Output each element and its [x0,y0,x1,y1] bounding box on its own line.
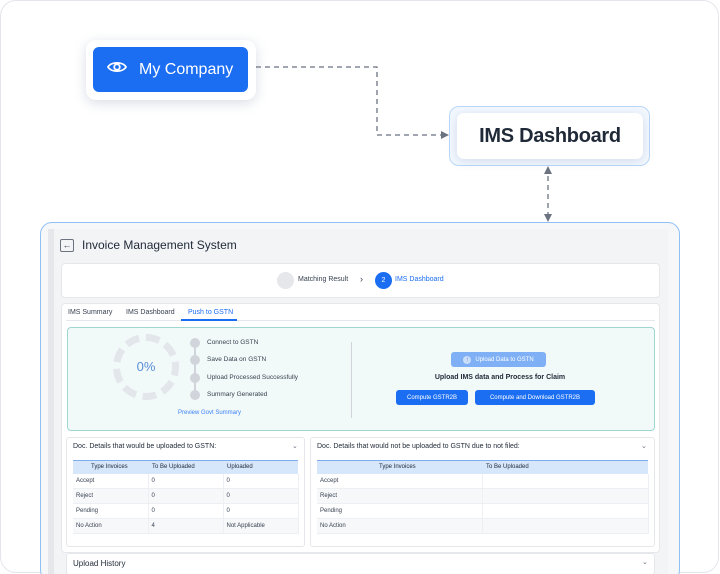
uploaded-docs-table: Type Invoices To Be Uploaded Uploaded Ac… [73,460,299,534]
chevron-down-icon[interactable]: ⌄ [292,442,298,450]
upload-icon: ↑ [463,355,472,364]
not-uploaded-docs-table: Type Invoices To Be Uploaded Accept Reje… [317,460,649,534]
col-header: Type Invoices [317,460,482,474]
table-cell: No Action [73,518,149,534]
timeline-dot [190,338,200,348]
chevron-right-icon: › [360,274,363,284]
table-cell [482,518,649,534]
timeline-dot [190,390,200,400]
upload-data-button[interactable]: ↑ Upload Data to GSTN [451,352,546,367]
ims-dashboard-label[interactable]: IMS Dashboard [457,113,643,159]
table-cell: Reject [73,488,149,504]
table-row: No Action [317,518,649,534]
preview-govt-summary-link[interactable]: Preview Govt Summary [178,410,241,416]
table-cell: 0 [148,488,224,504]
table-cell [482,488,649,504]
upload-history-card[interactable] [66,553,655,574]
table-row: Reject [317,488,649,504]
table-cell: Pending [73,503,149,519]
table-row: Pending [317,503,649,519]
table-row: No Action 4 Not Applicable [73,518,299,534]
table-cell: Not Applicable [223,518,299,534]
chevron-down-icon[interactable]: ⌄ [642,558,648,566]
col-header: To Be Uploaded [148,460,223,474]
chevron-down-icon[interactable]: ⌄ [641,442,647,450]
uploaded-docs-title: Doc. Details that would be uploaded to G… [73,443,217,450]
timeline-step-summary: Summary Generated [207,391,268,398]
upload-data-label: Upload Data to GSTN [475,356,534,363]
table-cell: Pending [317,503,483,519]
tab-ims-dashboard[interactable]: IMS Dashboard [126,309,175,316]
step-ims-dashboard-label[interactable]: IMS Dashboard [395,276,444,283]
app-header: ← Invoice Management System [60,238,237,252]
table-cell: 0 [223,503,299,519]
table-cell: 0 [148,503,224,519]
compute-download-gstr2b-button[interactable]: Compute and Download GSTR2B [475,390,595,405]
upload-history-title: Upload History [73,559,126,568]
step-matching-result-label[interactable]: Matching Result [298,276,348,283]
timeline-step-connect: Connect to GSTN [207,339,259,346]
timeline-dot [190,373,200,383]
table-cell: Accept [73,473,149,489]
arrow-head-up [544,166,552,174]
arrow-head-down [544,214,552,222]
table-cell: 4 [148,518,224,534]
step-ims-dashboard-dot[interactable]: 2 [375,272,392,289]
timeline-dot [190,355,200,365]
timeline-step-save: Save Data on GSTN [207,356,267,363]
active-tab-indicator [181,319,237,321]
table-cell: Accept [317,473,483,489]
table-cell [482,503,649,519]
panel-divider [351,342,352,418]
timeline-line [194,346,196,394]
col-header: Type Invoices [73,460,148,474]
page-title: Invoice Management System [82,238,237,252]
eye-icon [106,60,128,79]
table-cell: 0 [148,473,224,489]
arrow-left-icon[interactable]: ← [60,238,74,252]
arrow-head-right [441,131,449,139]
compute-gstr2b-button[interactable]: Compute GSTR2B [396,390,468,405]
upload-caption: Upload IMS data and Process for Claim [434,374,566,381]
my-company-label: My Company [139,60,234,78]
progress-percent: 0% [136,359,156,374]
col-header: To Be Uploaded [482,460,648,474]
table-cell [482,473,649,489]
tabs-divider [66,320,655,321]
my-company-button[interactable]: My Company [93,47,248,92]
step-matching-result-dot[interactable] [277,272,294,289]
table-cell: 0 [223,488,299,504]
table-cell: No Action [317,518,483,534]
table-row: Accept [317,473,649,489]
tab-push-to-gstn[interactable]: Push to GSTN [188,309,233,316]
col-header: Uploaded [223,460,298,474]
table-row: Accept 0 0 [73,473,299,489]
table-row: Reject 0 0 [73,488,299,504]
table-cell: 0 [223,473,299,489]
side-strip [48,229,54,574]
table-row: Pending 0 0 [73,503,299,519]
not-uploaded-docs-title: Doc. Details that would not be uploaded … [317,443,520,450]
tab-ims-summary[interactable]: IMS Summary [68,309,112,316]
table-cell: Reject [317,488,483,504]
timeline-step-upload: Upload Processed Successfully [207,374,299,381]
